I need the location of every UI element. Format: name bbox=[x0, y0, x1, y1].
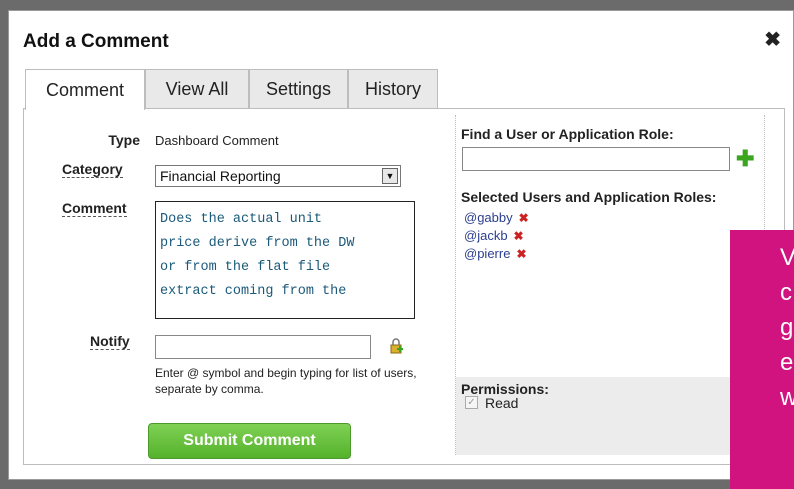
overlay-letter: c bbox=[780, 279, 792, 306]
read-permission-label: Read bbox=[485, 395, 519, 411]
user-name[interactable]: @gabby bbox=[464, 210, 513, 225]
submit-comment-button[interactable]: Submit Comment bbox=[148, 423, 351, 459]
read-checkbox[interactable]: ✓ bbox=[465, 396, 478, 409]
user-name[interactable]: @pierre bbox=[464, 246, 510, 261]
notify-hint: Enter @ symbol and begin typing for list… bbox=[155, 366, 417, 396]
chevron-down-icon[interactable]: ▼ bbox=[382, 168, 398, 184]
notify-input[interactable] bbox=[155, 335, 371, 359]
comment-label: Comment bbox=[62, 200, 127, 217]
selected-user-item[interactable]: @jackb ✖ bbox=[464, 228, 524, 243]
overlay-letter: e bbox=[780, 349, 794, 376]
find-user-input[interactable] bbox=[462, 147, 730, 171]
overlay-letter: w bbox=[780, 384, 794, 411]
magenta-overlay-callout: V c g e w bbox=[730, 230, 794, 489]
selected-user-item[interactable]: @gabby ✖ bbox=[464, 210, 529, 225]
tab-view-all[interactable]: View All bbox=[145, 69, 249, 108]
tab-settings[interactable]: Settings bbox=[249, 69, 348, 108]
tab-comment[interactable]: Comment bbox=[25, 69, 145, 110]
type-label: Type bbox=[108, 132, 140, 148]
dialog-title: Add a Comment bbox=[23, 31, 169, 52]
overlay-letter: g bbox=[780, 314, 794, 341]
add-user-icon[interactable]: ✚ bbox=[736, 147, 754, 171]
tab-history[interactable]: History bbox=[348, 69, 438, 108]
category-selected-value: Financial Reporting bbox=[160, 168, 281, 184]
selected-user-item[interactable]: @pierre ✖ bbox=[464, 246, 527, 261]
find-user-label: Find a User or Application Role: bbox=[461, 126, 674, 142]
selected-users-label: Selected Users and Application Roles: bbox=[461, 189, 717, 205]
category-select[interactable]: Financial Reporting ▼ bbox=[155, 165, 401, 187]
user-name[interactable]: @jackb bbox=[464, 228, 508, 243]
notify-label: Notify bbox=[90, 333, 130, 350]
remove-icon[interactable]: ✖ bbox=[514, 229, 524, 243]
category-label: Category bbox=[62, 161, 123, 178]
type-value: Dashboard Comment bbox=[155, 133, 279, 148]
overlay-letter: V bbox=[780, 244, 794, 271]
remove-icon[interactable]: ✖ bbox=[516, 247, 526, 261]
add-comment-dialog: Add a Comment ✖ Comment View All Setting… bbox=[8, 10, 794, 480]
lock-add-icon[interactable] bbox=[389, 338, 403, 354]
comment-textarea[interactable]: Does the actual unit price derive from t… bbox=[155, 201, 415, 319]
comment-tab-panel: Type Dashboard Comment Category Financia… bbox=[23, 108, 785, 465]
close-icon[interactable]: ✖ bbox=[764, 27, 781, 52]
remove-icon[interactable]: ✖ bbox=[519, 211, 529, 225]
